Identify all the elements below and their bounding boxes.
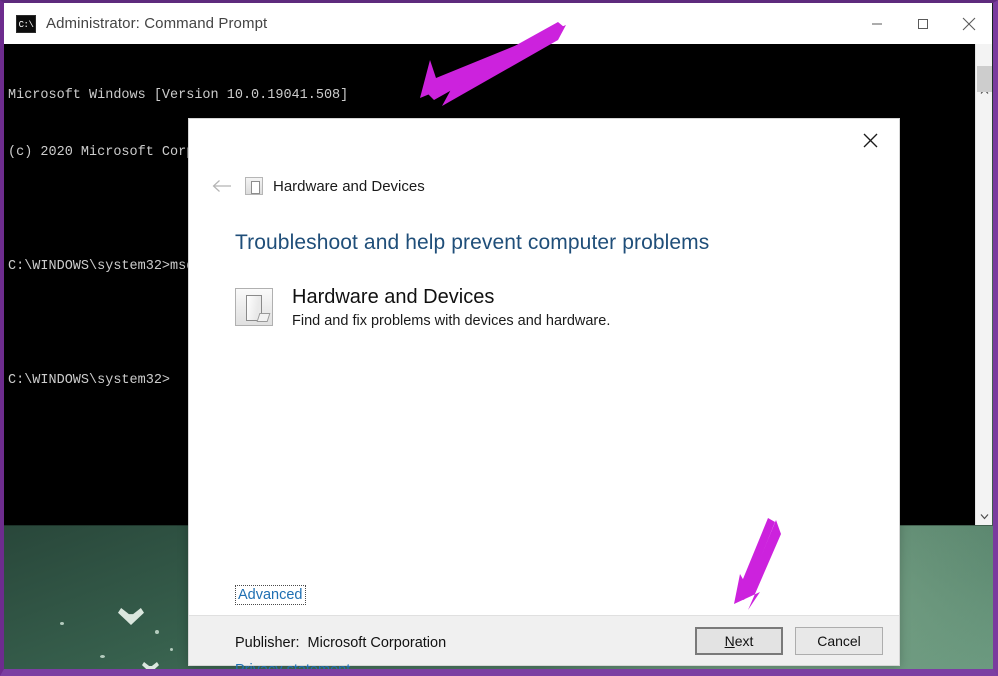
console-window-title: Administrator: Command Prompt	[46, 15, 268, 32]
speck-decoration	[170, 648, 173, 651]
hardware-devices-icon	[235, 288, 273, 326]
publisher-label: Publisher:	[235, 635, 300, 651]
butterfly-decoration	[118, 608, 144, 625]
maximize-icon[interactable]	[900, 3, 946, 44]
cancel-button-label: Cancel	[817, 632, 861, 649]
speck-decoration	[60, 622, 64, 625]
next-button[interactable]: Next	[695, 626, 783, 655]
privacy-statement-link[interactable]: Privacy statement	[235, 662, 350, 676]
minimize-icon[interactable]	[854, 3, 900, 44]
page-title: Troubleshoot and help prevent computer p…	[235, 231, 710, 254]
console-titlebar[interactable]: C:\ Administrator: Command Prompt	[4, 3, 992, 44]
scrollbar-thumb[interactable]	[977, 66, 992, 92]
next-button-mnemonic: N	[724, 632, 735, 649]
command-prompt-icon: C:\	[16, 14, 36, 33]
advanced-link[interactable]: Advanced	[235, 585, 306, 605]
console-scrollbar[interactable]	[975, 44, 992, 525]
close-icon[interactable]	[946, 3, 992, 44]
troubleshooter-item[interactable]: Hardware and Devices Find and fix proble…	[235, 285, 899, 329]
back-arrow-icon[interactable]	[205, 171, 239, 201]
close-icon[interactable]	[847, 123, 893, 157]
speck-decoration	[100, 655, 105, 658]
desktop: C:\ Administrator: Command Prompt Micros…	[0, 0, 998, 676]
publisher-info: Publisher: Microsoft Corporation	[235, 635, 446, 651]
publisher-name: Microsoft Corporation	[307, 635, 447, 651]
butterfly-decoration	[142, 662, 159, 673]
speck-decoration	[155, 630, 159, 634]
troubleshooter-item-description: Find and fix problems with devices and h…	[292, 313, 611, 329]
cancel-button[interactable]: Cancel	[795, 626, 883, 655]
next-button-label: ext	[734, 632, 754, 649]
dialog-titlebar	[189, 119, 899, 161]
dialog-content: Troubleshoot and help prevent computer p…	[189, 205, 899, 676]
troubleshooter-item-title: Hardware and Devices	[292, 286, 495, 308]
dialog-navigation-bar: Hardware and Devices	[189, 161, 899, 205]
troubleshooter-item-text: Hardware and Devices Find and fix proble…	[292, 285, 610, 329]
hardware-devices-icon	[245, 177, 263, 195]
hardware-and-devices-troubleshooter-dialog[interactable]: Hardware and Devices Troubleshoot and he…	[188, 118, 900, 676]
console-line: Microsoft Windows [Version 10.0.19041.50…	[8, 88, 349, 103]
scroll-down-icon[interactable]	[976, 507, 992, 525]
window-controls	[854, 3, 992, 44]
dialog-nav-title: Hardware and Devices	[273, 177, 425, 195]
